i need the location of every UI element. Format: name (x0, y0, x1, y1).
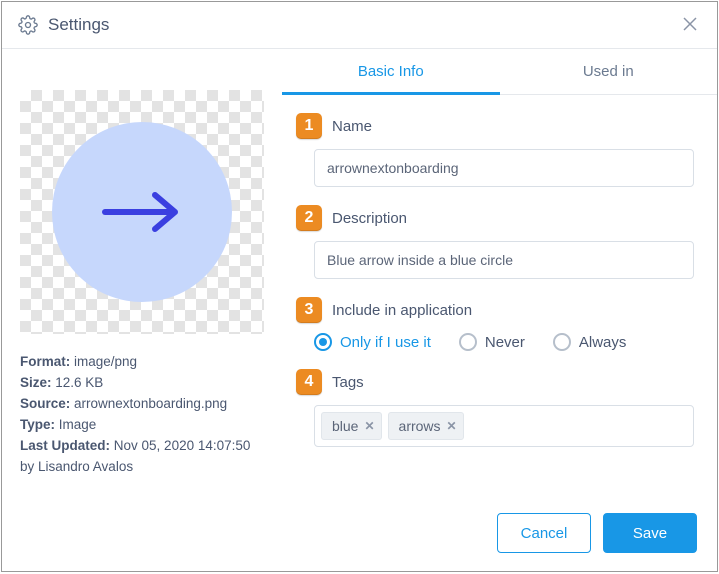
tag-chip: blue ✕ (321, 412, 382, 440)
preview-circle (52, 122, 232, 302)
radio-always-label: Always (579, 334, 627, 351)
field-name: 1 Name (296, 113, 697, 187)
left-pane: Format: image/png Size: 12.6 KB Source: … (2, 49, 282, 571)
dialog-footer: Cancel Save (282, 497, 717, 571)
arrow-icon (99, 189, 185, 235)
meta-size-label: Size: (20, 375, 52, 390)
radio-only-if-label: Only if I use it (340, 334, 431, 351)
label-description: Description (332, 210, 407, 227)
tags-input[interactable]: blue ✕ arrows ✕ (314, 405, 694, 447)
meta-updated-value: Nov 05, 2020 14:07:50 (114, 438, 251, 453)
meta-source-value: arrownextonboarding.png (74, 396, 227, 411)
dialog-title: Settings (48, 15, 109, 35)
image-metadata: Format: image/png Size: 12.6 KB Source: … (20, 352, 264, 478)
label-include: Include in application (332, 302, 472, 319)
step-marker-2: 2 (296, 205, 322, 231)
tag-chip-label: blue (332, 418, 358, 434)
field-include: 3 Include in application Only if I use i… (296, 297, 697, 351)
meta-type-value: Image (59, 417, 97, 432)
right-pane: Basic Info Used in 1 Name 2 Description (282, 49, 717, 571)
cancel-button[interactable]: Cancel (497, 513, 591, 553)
meta-source-label: Source: (20, 396, 70, 411)
meta-format-value: image/png (74, 354, 137, 369)
label-tags: Tags (332, 374, 364, 391)
field-tags: 4 Tags blue ✕ arrows ✕ (296, 369, 697, 447)
save-button[interactable]: Save (603, 513, 697, 553)
radio-only-if-i-use-it[interactable]: Only if I use it (314, 333, 431, 351)
description-input[interactable] (314, 241, 694, 279)
settings-dialog: Settings Format: image/png Size: 12.6 KB… (1, 1, 718, 572)
step-marker-4: 4 (296, 369, 322, 395)
tag-chip-label: arrows (399, 418, 441, 434)
radio-never[interactable]: Never (459, 333, 525, 351)
meta-format-label: Format: (20, 354, 70, 369)
meta-type-label: Type: (20, 417, 55, 432)
meta-updated-label: Last Updated: (20, 438, 110, 453)
image-preview (20, 90, 264, 334)
tag-chip: arrows ✕ (388, 412, 464, 440)
meta-by-line: by Lisandro Avalos (20, 457, 264, 478)
form-area: 1 Name 2 Description 3 Include in ap (282, 95, 717, 465)
step-marker-1: 1 (296, 113, 322, 139)
tag-remove-icon[interactable]: ✕ (447, 419, 457, 433)
tabs: Basic Info Used in (282, 49, 717, 95)
label-name: Name (332, 118, 372, 135)
close-icon[interactable] (679, 12, 701, 38)
field-description: 2 Description (296, 205, 697, 279)
radio-always[interactable]: Always (553, 333, 627, 351)
gear-icon (18, 15, 38, 35)
tab-basic-info[interactable]: Basic Info (282, 49, 500, 94)
titlebar: Settings (2, 2, 717, 49)
radio-never-label: Never (485, 334, 525, 351)
name-input[interactable] (314, 149, 694, 187)
step-marker-3: 3 (296, 297, 322, 323)
meta-size-value: 12.6 KB (55, 375, 103, 390)
tag-remove-icon[interactable]: ✕ (364, 419, 374, 433)
tab-used-in[interactable]: Used in (500, 49, 718, 94)
